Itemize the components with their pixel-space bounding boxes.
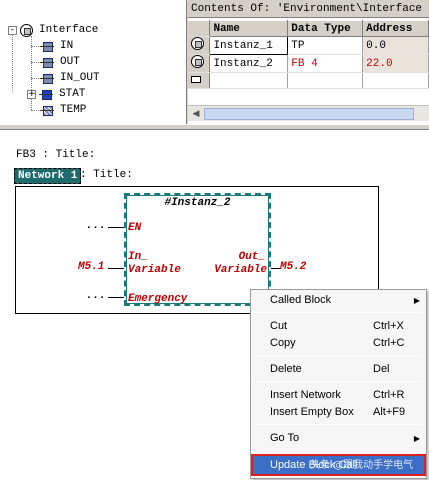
pin-out-variable: Variable [214,264,267,276]
table-header-row: Name Data Type Address [188,20,429,37]
new-row-icon [191,75,201,83]
column-header-address[interactable]: Address [362,20,429,37]
table-cell-name[interactable]: Instanz_1 [209,36,289,55]
tree-item-stat[interactable]: + STAT [27,86,85,102]
table-cell-address [362,72,429,89]
table-cell-type[interactable]: FB 4 [287,54,364,73]
menu-item-label: Cut [270,320,288,332]
menu-separator [255,424,422,425]
table-row-empty[interactable] [188,72,429,89]
in-connection[interactable]: M5.1 [78,261,104,273]
tree-item-temp[interactable]: TEMP [40,102,86,118]
interface-icon [20,23,33,37]
menu-item-called-block[interactable]: Called Block ▶ [253,291,424,309]
pin-in-variable: Variable [128,264,181,276]
table-cell-address: 22.0 [362,54,429,73]
menu-item-cut[interactable]: Cut Ctrl+X [253,317,424,335]
fb-instance-icon [191,37,204,50]
pin-emergency: Emergency [128,293,188,305]
en-connection[interactable]: ... [86,220,106,232]
scroll-thumb[interactable] [204,108,414,120]
menu-item-shortcut: Ctrl+C [373,337,405,349]
tree-item-in[interactable]: IN [40,38,73,54]
tree-item-label: IN_OUT [60,72,100,84]
top-pane: - Interface IN OUT IN_OUT + STAT TEMP Co… [0,0,429,124]
block-title: FB3 : Title: [16,149,96,161]
scroll-left-icon[interactable]: ◀ [190,108,202,120]
horizontal-scrollbar[interactable]: ◀ [188,105,429,121]
row-icon [188,54,211,73]
table-row[interactable]: Instanz_2 FB 4 22.0 [188,54,429,73]
menu-item-go-to[interactable]: Go To ▶ [253,429,424,447]
table-cell-address: 0.0 [362,36,429,55]
function-block-border [126,195,269,304]
menu-item-shortcut: Ctrl+X [373,320,404,332]
menu-item-label: Called Block [270,294,332,306]
menu-item-delete[interactable]: Delete Del [253,360,424,378]
block-instance-name[interactable]: #Instanz_2 [126,197,269,209]
fb-instance-icon [191,55,204,68]
menu-item-label: Go To [270,432,300,444]
tree-item-label: OUT [60,56,80,68]
pin-en: EN [128,222,142,234]
temp-icon [40,104,54,116]
menu-item-label: Delete [270,363,302,375]
menu-separator [255,381,422,382]
pin-icon [40,56,54,68]
menu-item-shortcut: Del [373,363,390,375]
menu-item-insert-empty-box[interactable]: Insert Empty Box Alt+F9 [253,403,424,421]
row-icon [188,36,211,55]
function-block-box[interactable]: #Instanz_2 EN In_ Variable Emergency Out… [124,193,271,306]
menu-item-label: Copy [270,337,296,349]
menu-item-shortcut: Alt+F9 [373,406,406,418]
tree-item-label: IN [60,40,74,52]
pin-in-label: In_ [128,251,148,263]
pin-icon [40,72,54,84]
table-row[interactable]: Instanz_1 TP 0.0 [188,36,429,55]
menu-item-label: Insert Empty Box [270,406,354,418]
contents-title: Contents Of: 'Environment\Interface [188,0,429,18]
menu-separator [255,355,422,356]
contents-panel: Contents Of: 'Environment\Interface Name… [188,0,429,124]
pin-icon [40,40,54,52]
column-header-name[interactable]: Name [209,20,289,37]
menu-separator [255,450,422,451]
tree-item-label: TEMP [60,104,87,116]
tree-item-out[interactable]: OUT [40,54,80,70]
stat-icon [39,88,53,100]
menu-item-copy[interactable]: Copy Ctrl+C [253,334,424,352]
submenu-arrow-icon: ▶ [413,433,420,443]
column-header-data-type[interactable]: Data Type [287,20,364,37]
menu-separator [255,312,422,313]
collapse-icon[interactable]: - [8,25,17,35]
submenu-arrow-icon: ▶ [413,295,420,305]
tree-item-in-out[interactable]: IN_OUT [40,70,100,86]
network-label[interactable]: Network 1 [14,168,82,184]
tree-item-interface[interactable]: - Interface [8,22,98,38]
table-cell-type[interactable] [287,72,364,89]
table-cell-name[interactable] [209,72,289,89]
emergency-connection[interactable]: ... [86,290,106,302]
out-connection[interactable]: M5.2 [280,261,306,273]
watermark: 头条 @跟我动手学电气 [310,460,414,471]
row-icon [188,72,211,89]
pin-out-label: Out_ [238,251,265,263]
network-title: : Title: [80,169,133,181]
menu-item-label: Insert Network [270,389,341,401]
table-corner [188,20,211,37]
context-menu: Called Block ▶ Cut Ctrl+X Copy Ctrl+C De… [250,289,427,479]
tree-item-label: Interface [39,24,99,36]
tree-item-label: STAT [59,88,86,100]
table-cell-name[interactable]: Instanz_2 [209,54,289,73]
interface-tree: - Interface IN OUT IN_OUT + STAT TEMP [0,0,187,124]
expand-icon[interactable]: + [27,89,36,99]
menu-item-shortcut: Ctrl+R [373,389,405,401]
menu-item-insert-network[interactable]: Insert Network Ctrl+R [253,386,424,404]
contents-table: Name Data Type Address Instanz_1 TP 0.0 … [188,20,429,89]
table-cell-type[interactable]: TP [287,36,364,55]
